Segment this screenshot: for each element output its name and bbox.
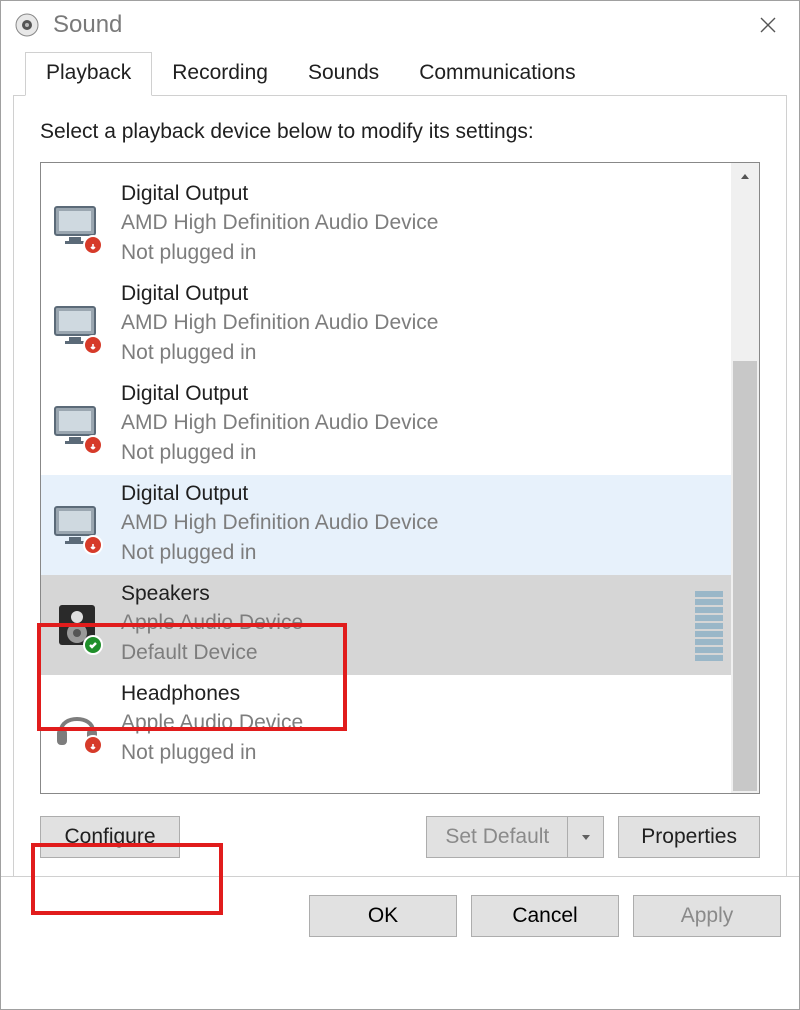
properties-button[interactable]: Properties xyxy=(618,816,760,858)
monitor-icon xyxy=(51,299,103,351)
device-text: Speakers Apple Audio Device Default Devi… xyxy=(121,579,303,667)
dialog-footer: OK Cancel Apply xyxy=(1,876,799,955)
list-item[interactable] xyxy=(41,163,731,175)
monitor-icon xyxy=(51,399,103,451)
list-item[interactable]: Headphones Apple Audio Device Not plugge… xyxy=(41,675,731,775)
device-desc: Apple Audio Device xyxy=(121,608,303,637)
close-button[interactable] xyxy=(745,2,791,48)
device-text: Digital Output AMD High Definition Audio… xyxy=(121,279,438,367)
scroll-up-arrow-icon[interactable] xyxy=(731,163,759,191)
tab-recording[interactable]: Recording xyxy=(152,53,288,95)
list-item[interactable]: Speakers Apple Audio Device Default Devi… xyxy=(41,575,731,675)
device-desc: AMD High Definition Audio Device xyxy=(121,208,438,237)
list-item[interactable]: Digital Output AMD High Definition Audio… xyxy=(41,275,731,375)
device-desc: AMD High Definition Audio Device xyxy=(121,308,438,337)
monitor-icon xyxy=(51,199,103,251)
unplugged-badge-icon xyxy=(83,735,103,755)
speaker-icon xyxy=(51,599,103,651)
sound-dialog: Sound Playback Recording Sounds Communic… xyxy=(0,0,800,1010)
device-desc: Apple Audio Device xyxy=(121,708,303,737)
panel-actions: Configure Set Default Properties xyxy=(40,816,760,858)
set-default-dropdown[interactable] xyxy=(568,816,604,858)
device-desc: AMD High Definition Audio Device xyxy=(121,508,438,537)
device-text: Digital Output AMD High Definition Audio… xyxy=(121,179,438,267)
unplugged-badge-icon xyxy=(83,335,103,355)
device-listbox: Digital Output AMD High Definition Audio… xyxy=(40,162,760,794)
device-text: Headphones Apple Audio Device Not plugge… xyxy=(121,679,303,767)
set-default-split-button[interactable]: Set Default xyxy=(426,816,604,858)
tab-area: Playback Recording Sounds Communications… xyxy=(1,49,799,876)
cancel-button[interactable]: Cancel xyxy=(471,895,619,937)
sound-app-icon xyxy=(15,13,39,37)
device-status: Not plugged in xyxy=(121,538,438,567)
device-name: Digital Output xyxy=(121,379,438,408)
device-name: Digital Output xyxy=(121,479,438,508)
device-status: Default Device xyxy=(121,638,303,667)
ok-button[interactable]: OK xyxy=(309,895,457,937)
configure-button[interactable]: Configure xyxy=(40,816,180,858)
default-badge-icon xyxy=(83,635,103,655)
unplugged-badge-icon xyxy=(83,435,103,455)
device-status: Not plugged in xyxy=(121,738,303,767)
list-item[interactable]: Digital Output AMD High Definition Audio… xyxy=(41,475,731,575)
tab-strip: Playback Recording Sounds Communications xyxy=(13,49,787,95)
apply-button[interactable]: Apply xyxy=(633,895,781,937)
tab-playback[interactable]: Playback xyxy=(25,52,152,96)
device-name: Digital Output xyxy=(121,279,438,308)
playback-panel: Select a playback device below to modify… xyxy=(13,95,787,876)
list-item[interactable]: Digital Output AMD High Definition Audio… xyxy=(41,375,731,475)
scroll-thumb[interactable] xyxy=(733,361,757,791)
device-name: Speakers xyxy=(121,579,303,608)
device-status: Not plugged in xyxy=(121,438,438,467)
panel-heading: Select a playback device below to modify… xyxy=(40,120,760,144)
list-item[interactable]: Digital Output AMD High Definition Audio… xyxy=(41,175,731,275)
device-text: Digital Output AMD High Definition Audio… xyxy=(121,479,438,567)
scroll-track[interactable] xyxy=(731,191,759,765)
device-status: Not plugged in xyxy=(121,238,438,267)
device-name: Headphones xyxy=(121,679,303,708)
unplugged-badge-icon xyxy=(83,535,103,555)
level-meter xyxy=(695,589,723,661)
headphones-icon xyxy=(51,699,103,751)
window-title: Sound xyxy=(53,11,745,39)
device-desc: AMD High Definition Audio Device xyxy=(121,408,438,437)
device-text: Digital Output AMD High Definition Audio… xyxy=(121,379,438,467)
device-list[interactable]: Digital Output AMD High Definition Audio… xyxy=(41,163,731,793)
vertical-scrollbar[interactable] xyxy=(731,163,759,793)
titlebar: Sound xyxy=(1,1,799,49)
unplugged-badge-icon xyxy=(83,235,103,255)
monitor-icon xyxy=(51,499,103,551)
set-default-button[interactable]: Set Default xyxy=(426,816,568,858)
device-status: Not plugged in xyxy=(121,338,438,367)
tab-sounds[interactable]: Sounds xyxy=(288,53,399,95)
device-name: Digital Output xyxy=(121,179,438,208)
tab-communications[interactable]: Communications xyxy=(399,53,595,95)
